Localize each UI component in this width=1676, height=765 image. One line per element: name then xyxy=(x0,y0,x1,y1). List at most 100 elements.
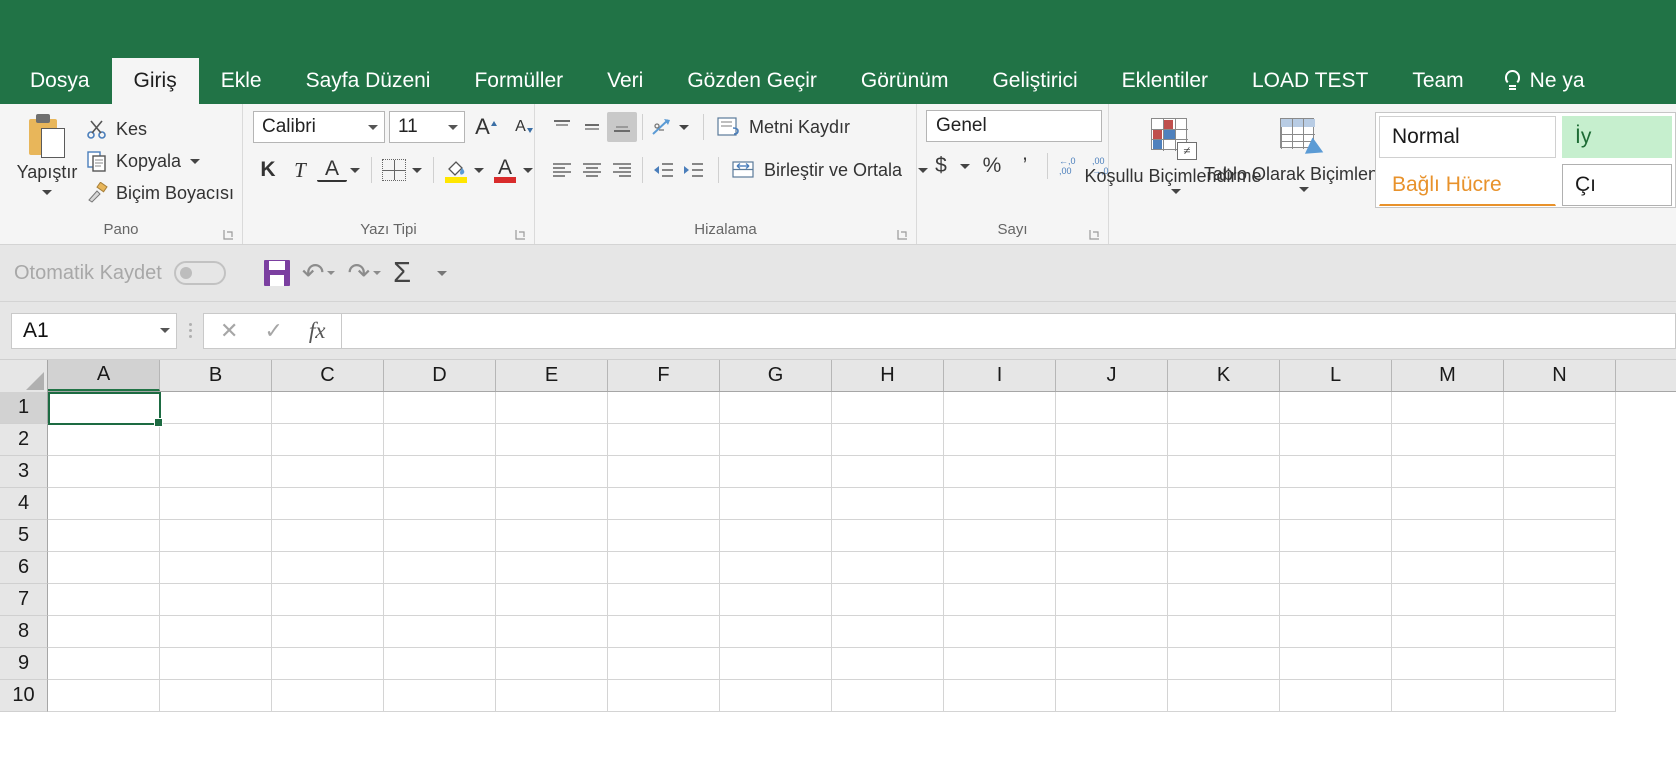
clipboard-dialog-launcher[interactable] xyxy=(223,229,234,240)
cell-F6[interactable] xyxy=(608,552,720,584)
align-top-button[interactable] xyxy=(547,112,577,142)
cell-M9[interactable] xyxy=(1392,648,1504,680)
cell-B10[interactable] xyxy=(160,680,272,712)
cf-chevron-down-icon[interactable] xyxy=(1171,189,1181,194)
bold-button[interactable]: K xyxy=(253,155,283,185)
cell-L5[interactable] xyxy=(1280,520,1392,552)
cell-G7[interactable] xyxy=(720,584,832,616)
cell-H8[interactable] xyxy=(832,616,944,648)
cell-G2[interactable] xyxy=(720,424,832,456)
number-format-combo[interactable]: Genel xyxy=(926,110,1102,142)
cell-K4[interactable] xyxy=(1168,488,1280,520)
cell-E1[interactable] xyxy=(496,392,608,424)
number-dialog-launcher[interactable] xyxy=(1089,229,1100,240)
cancel-formula-button[interactable]: ✕ xyxy=(220,318,238,344)
customize-qat-button[interactable] xyxy=(437,270,448,276)
cell-H1[interactable] xyxy=(832,392,944,424)
cell-J2[interactable] xyxy=(1056,424,1168,456)
cell-D5[interactable] xyxy=(384,520,496,552)
undo-button[interactable]: ↶ xyxy=(302,259,336,287)
cell-I2[interactable] xyxy=(944,424,1056,456)
tab-gozden-gecir[interactable]: Gözden Geçir xyxy=(665,58,839,104)
cell-H3[interactable] xyxy=(832,456,944,488)
cell-M1[interactable] xyxy=(1392,392,1504,424)
cell-M10[interactable] xyxy=(1392,680,1504,712)
font-color-button[interactable]: A xyxy=(490,155,520,185)
save-icon[interactable] xyxy=(263,260,290,286)
cell-K8[interactable] xyxy=(1168,616,1280,648)
column-header-k[interactable]: K xyxy=(1168,360,1280,391)
wrap-text-button[interactable]: Metni Kaydır xyxy=(716,112,850,142)
cell-I4[interactable] xyxy=(944,488,1056,520)
cell-style-linked-cell[interactable]: Bağlı Hücre xyxy=(1379,164,1556,206)
tab-formuller[interactable]: Formüller xyxy=(452,58,585,104)
borders-chevron-down-icon[interactable] xyxy=(412,167,422,173)
font-size-combo[interactable]: 11 xyxy=(389,111,465,143)
orientation-chevron-down-icon[interactable] xyxy=(679,124,689,130)
cell-G3[interactable] xyxy=(720,456,832,488)
paste-button[interactable]: Yapıştır xyxy=(8,110,86,195)
orientation-button[interactable] xyxy=(648,112,678,142)
cell-N5[interactable] xyxy=(1504,520,1616,552)
cell-style-good[interactable]: İy xyxy=(1562,116,1672,158)
comma-button[interactable]: ’ xyxy=(1010,151,1040,181)
cell-E4[interactable] xyxy=(496,488,608,520)
cell-C5[interactable] xyxy=(272,520,384,552)
cell-L1[interactable] xyxy=(1280,392,1392,424)
autosave-toggle[interactable] xyxy=(173,261,226,285)
cell-C9[interactable] xyxy=(272,648,384,680)
cell-N9[interactable] xyxy=(1504,648,1616,680)
cell-L3[interactable] xyxy=(1280,456,1392,488)
cell-M8[interactable] xyxy=(1392,616,1504,648)
column-header-g[interactable]: G xyxy=(720,360,832,391)
cell-C3[interactable] xyxy=(272,456,384,488)
cell-J4[interactable] xyxy=(1056,488,1168,520)
fill-handle[interactable] xyxy=(154,418,163,427)
cell-M7[interactable] xyxy=(1392,584,1504,616)
cell-A2[interactable] xyxy=(48,424,160,456)
tab-gorunum[interactable]: Görünüm xyxy=(839,58,971,104)
cell-I8[interactable] xyxy=(944,616,1056,648)
row-header-5[interactable]: 5 xyxy=(0,520,48,552)
cell-B8[interactable] xyxy=(160,616,272,648)
chevron-down-icon[interactable] xyxy=(41,190,52,195)
cell-K1[interactable] xyxy=(1168,392,1280,424)
cell-J10[interactable] xyxy=(1056,680,1168,712)
cell-C2[interactable] xyxy=(272,424,384,456)
cell-M3[interactable] xyxy=(1392,456,1504,488)
cell-I6[interactable] xyxy=(944,552,1056,584)
align-bottom-button[interactable] xyxy=(607,112,637,142)
row-header-6[interactable]: 6 xyxy=(0,552,48,584)
cell-F7[interactable] xyxy=(608,584,720,616)
cell-D3[interactable] xyxy=(384,456,496,488)
font-color-chevron-down-icon[interactable] xyxy=(523,167,533,173)
cell-I3[interactable] xyxy=(944,456,1056,488)
cell-F10[interactable] xyxy=(608,680,720,712)
cell-F8[interactable] xyxy=(608,616,720,648)
chevron-down-icon[interactable] xyxy=(368,124,378,130)
tab-gelistirici[interactable]: Geliştirici xyxy=(970,58,1099,104)
cell-D7[interactable] xyxy=(384,584,496,616)
cell-F9[interactable] xyxy=(608,648,720,680)
cell-G10[interactable] xyxy=(720,680,832,712)
cell-A3[interactable] xyxy=(48,456,160,488)
cell-K5[interactable] xyxy=(1168,520,1280,552)
cell-F1[interactable] xyxy=(608,392,720,424)
cell-G4[interactable] xyxy=(720,488,832,520)
cell-N3[interactable] xyxy=(1504,456,1616,488)
cell-I9[interactable] xyxy=(944,648,1056,680)
currency-chevron-down-icon[interactable] xyxy=(960,163,970,169)
tab-team[interactable]: Team xyxy=(1390,58,1485,104)
column-header-h[interactable]: H xyxy=(832,360,944,391)
cell-L10[interactable] xyxy=(1280,680,1392,712)
increase-indent-button[interactable] xyxy=(678,155,708,185)
cell-I1[interactable] xyxy=(944,392,1056,424)
column-header-i[interactable]: I xyxy=(944,360,1056,391)
tab-dosya[interactable]: Dosya xyxy=(8,58,112,104)
select-all-button[interactable] xyxy=(0,360,48,392)
row-header-9[interactable]: 9 xyxy=(0,648,48,680)
cell-L9[interactable] xyxy=(1280,648,1392,680)
cell-K10[interactable] xyxy=(1168,680,1280,712)
table-chevron-down-icon[interactable] xyxy=(1299,187,1309,192)
cell-N10[interactable] xyxy=(1504,680,1616,712)
